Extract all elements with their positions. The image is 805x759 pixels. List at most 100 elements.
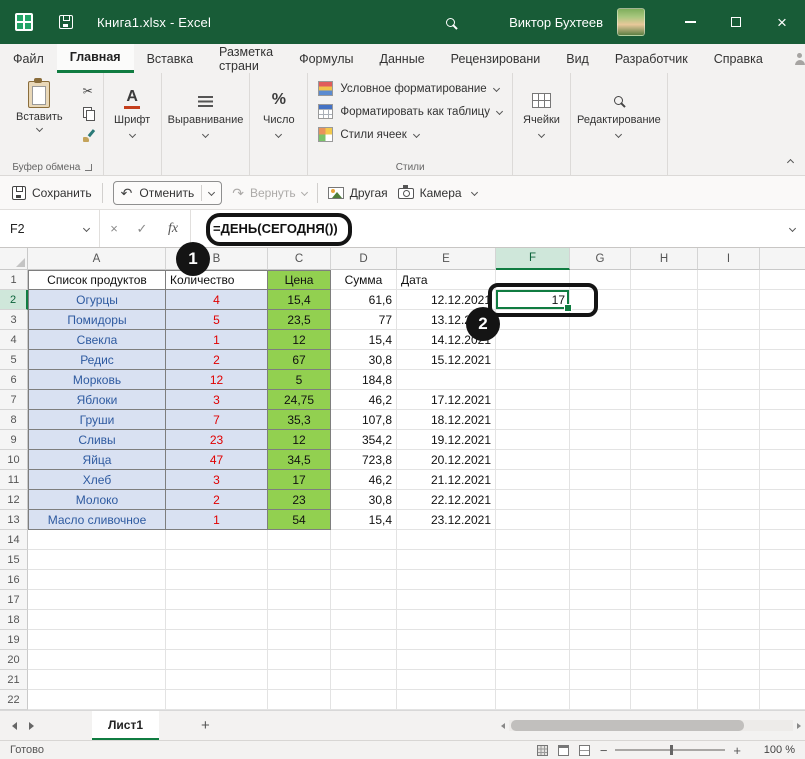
cell-A17[interactable] bbox=[28, 590, 166, 610]
column-header-H[interactable]: H bbox=[631, 248, 698, 270]
cell-I21[interactable] bbox=[698, 670, 760, 690]
customize-qat-chevron[interactable] bbox=[470, 188, 478, 197]
cell-C21[interactable] bbox=[268, 670, 331, 690]
cell-E15[interactable] bbox=[397, 550, 496, 570]
horizontal-scrollbar[interactable] bbox=[501, 719, 801, 732]
tab-Разметка страни[interactable]: Разметка страни bbox=[206, 44, 286, 73]
expand-formula-bar-button[interactable] bbox=[788, 210, 805, 247]
cell-B20[interactable] bbox=[166, 650, 268, 670]
tab-Формулы[interactable]: Формулы bbox=[286, 44, 366, 73]
sheet-nav-right-icon[interactable] bbox=[29, 721, 34, 730]
cell-H15[interactable] bbox=[631, 550, 698, 570]
format-as-table-button[interactable]: Форматировать как таблицу bbox=[318, 100, 504, 123]
cell-E10[interactable]: 20.12.2021 bbox=[397, 450, 496, 470]
ribbon-group-number[interactable]: % Число bbox=[250, 73, 309, 175]
cell-D14[interactable] bbox=[331, 530, 397, 550]
conditional-formatting-button[interactable]: Условное форматирование bbox=[318, 77, 500, 100]
cell-I15[interactable] bbox=[698, 550, 760, 570]
cell-B22[interactable] bbox=[166, 690, 268, 710]
cell-C17[interactable] bbox=[268, 590, 331, 610]
cell-I20[interactable] bbox=[698, 650, 760, 670]
cell-F9[interactable] bbox=[496, 430, 570, 450]
cell-E16[interactable] bbox=[397, 570, 496, 590]
cell-F3[interactable] bbox=[496, 310, 570, 330]
cell-H16[interactable] bbox=[631, 570, 698, 590]
share-button[interactable]: Поделиться bbox=[776, 44, 805, 73]
maximize-button[interactable] bbox=[713, 0, 759, 44]
cell-G1[interactable] bbox=[570, 270, 631, 290]
cell-F12[interactable] bbox=[496, 490, 570, 510]
cell-H6[interactable] bbox=[631, 370, 698, 390]
cell-I2[interactable] bbox=[698, 290, 760, 310]
cell-I14[interactable] bbox=[698, 530, 760, 550]
cell-F10[interactable] bbox=[496, 450, 570, 470]
cell-H17[interactable] bbox=[631, 590, 698, 610]
cell-styles-button[interactable]: Стили ячеек bbox=[318, 123, 420, 146]
cell-F11[interactable] bbox=[496, 470, 570, 490]
cell-B17[interactable] bbox=[166, 590, 268, 610]
zoom-slider[interactable] bbox=[615, 745, 726, 755]
cell-D10[interactable]: 723,8 bbox=[331, 450, 397, 470]
zoom-level[interactable]: 100 % bbox=[751, 744, 795, 756]
row-header-18[interactable]: 18 bbox=[0, 610, 28, 630]
cell-C13[interactable]: 54 bbox=[268, 510, 331, 530]
cell-C12[interactable]: 23 bbox=[268, 490, 331, 510]
cell-A21[interactable] bbox=[28, 670, 166, 690]
zoom-in-button[interactable]: + bbox=[733, 743, 741, 758]
cell-G18[interactable] bbox=[570, 610, 631, 630]
cell-F17[interactable] bbox=[496, 590, 570, 610]
cell-H19[interactable] bbox=[631, 630, 698, 650]
cell-F13[interactable] bbox=[496, 510, 570, 530]
cell-I19[interactable] bbox=[698, 630, 760, 650]
ribbon-group-alignment[interactable]: Выравнивание bbox=[162, 73, 251, 175]
column-header-B[interactable]: B bbox=[166, 248, 268, 270]
cell-G14[interactable] bbox=[570, 530, 631, 550]
cell-B6[interactable]: 12 bbox=[166, 370, 268, 390]
cell-B10[interactable]: 47 bbox=[166, 450, 268, 470]
row-header-14[interactable]: 14 bbox=[0, 530, 28, 550]
cell-G9[interactable] bbox=[570, 430, 631, 450]
cell-G22[interactable] bbox=[570, 690, 631, 710]
cell-C4[interactable]: 12 bbox=[268, 330, 331, 350]
cell-C16[interactable] bbox=[268, 570, 331, 590]
row-header-9[interactable]: 9 bbox=[0, 430, 28, 450]
cell-A9[interactable]: Сливы bbox=[28, 430, 166, 450]
cell-B3[interactable]: 5 bbox=[166, 310, 268, 330]
ribbon-group-editing[interactable]: Редактирование bbox=[571, 73, 668, 175]
cell-F18[interactable] bbox=[496, 610, 570, 630]
cell-I13[interactable] bbox=[698, 510, 760, 530]
cell-H1[interactable] bbox=[631, 270, 698, 290]
cell-A15[interactable] bbox=[28, 550, 166, 570]
cell-H11[interactable] bbox=[631, 470, 698, 490]
cell-E5[interactable]: 15.12.2021 bbox=[397, 350, 496, 370]
cell-F16[interactable] bbox=[496, 570, 570, 590]
format-painter-button[interactable] bbox=[79, 127, 97, 143]
cell-B7[interactable]: 3 bbox=[166, 390, 268, 410]
cell-D18[interactable] bbox=[331, 610, 397, 630]
cell-F5[interactable] bbox=[496, 350, 570, 370]
row-header-17[interactable]: 17 bbox=[0, 590, 28, 610]
insert-function-button[interactable]: fx bbox=[156, 221, 190, 237]
tab-Вид[interactable]: Вид bbox=[553, 44, 602, 73]
cell-B5[interactable]: 2 bbox=[166, 350, 268, 370]
cell-C10[interactable]: 34,5 bbox=[268, 450, 331, 470]
cell-D3[interactable]: 77 bbox=[331, 310, 397, 330]
column-header-F[interactable]: F bbox=[496, 248, 570, 270]
row-header-22[interactable]: 22 bbox=[0, 690, 28, 710]
row-header-21[interactable]: 21 bbox=[0, 670, 28, 690]
cell-F6[interactable] bbox=[496, 370, 570, 390]
scroll-left-icon[interactable] bbox=[501, 722, 505, 729]
cell-A3[interactable]: Помидоры bbox=[28, 310, 166, 330]
cell-D9[interactable]: 354,2 bbox=[331, 430, 397, 450]
ribbon-group-cells[interactable]: Ячейки bbox=[513, 73, 571, 175]
minimize-button[interactable] bbox=[667, 0, 713, 44]
cell-G20[interactable] bbox=[570, 650, 631, 670]
cell-C5[interactable]: 67 bbox=[268, 350, 331, 370]
row-header-20[interactable]: 20 bbox=[0, 650, 28, 670]
cell-H14[interactable] bbox=[631, 530, 698, 550]
cell-H12[interactable] bbox=[631, 490, 698, 510]
cell-E3[interactable]: 13.12.2021 bbox=[397, 310, 496, 330]
cell-I6[interactable] bbox=[698, 370, 760, 390]
cell-F4[interactable] bbox=[496, 330, 570, 350]
page-break-view-button[interactable] bbox=[578, 744, 590, 756]
